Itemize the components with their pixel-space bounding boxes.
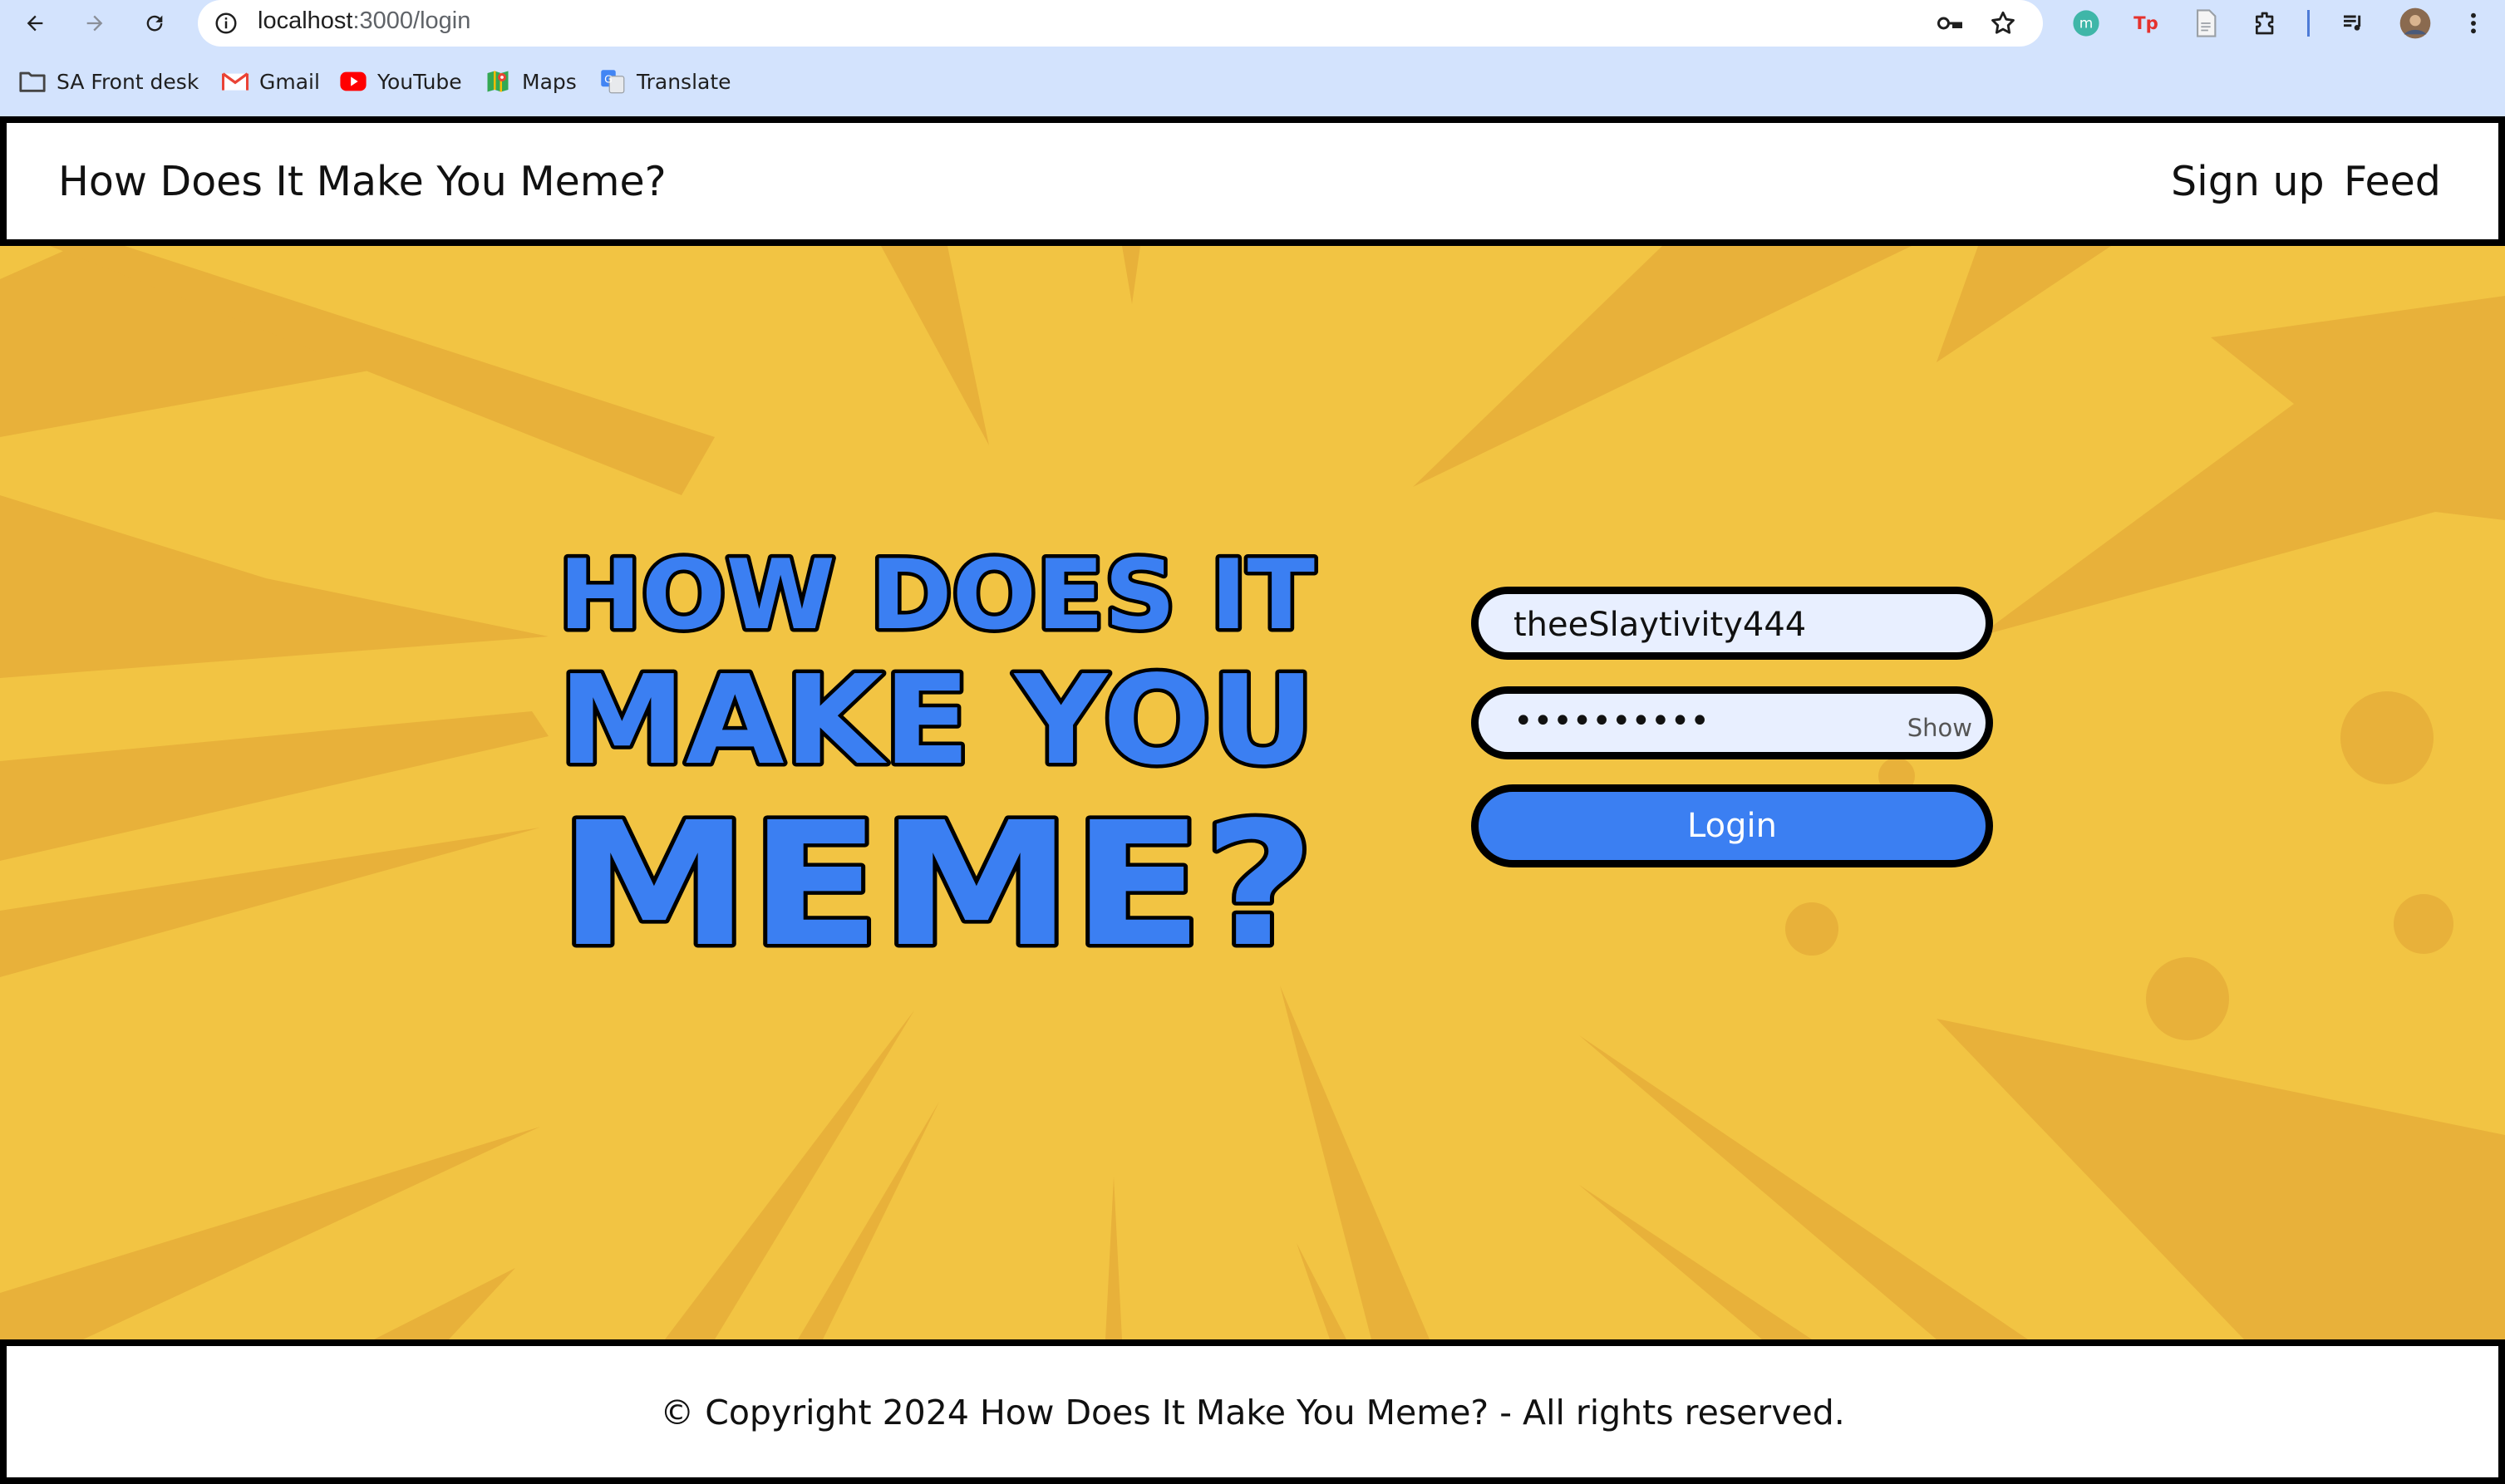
svg-text:m: m xyxy=(2079,16,2094,32)
password-input[interactable]: •••••••••• Show xyxy=(1471,686,1993,759)
nav-link-sign-up[interactable]: Sign up xyxy=(2171,158,2325,205)
arrow-right-icon xyxy=(86,15,103,32)
password-value: •••••••••• xyxy=(1513,702,1710,740)
svg-text:Tp: Tp xyxy=(2133,13,2158,34)
svg-text:G: G xyxy=(604,72,613,85)
app-footer: © Copyright 2024 How Does It Make You Me… xyxy=(0,1339,2505,1484)
brand-title[interactable]: How Does It Make You Meme? xyxy=(58,158,667,205)
reload-icon xyxy=(146,15,163,32)
bookmark-youtube[interactable]: YouTube xyxy=(339,65,462,98)
folder-icon xyxy=(18,67,47,96)
youtube-icon xyxy=(339,67,367,96)
back-button[interactable] xyxy=(17,5,53,42)
url-text: localhost:3000/login xyxy=(258,7,470,35)
bookmark-gmail[interactable]: Gmail xyxy=(221,65,320,98)
bookmark-label: SA Front desk xyxy=(57,69,199,94)
extension-m-icon[interactable]: m xyxy=(2068,5,2104,42)
profile-avatar-icon[interactable] xyxy=(2397,5,2434,42)
toolbar-divider xyxy=(2307,10,2310,37)
login-button[interactable]: Login xyxy=(1471,784,1993,867)
browser-menu-icon[interactable] xyxy=(2455,5,2492,42)
show-password-toggle[interactable]: Show xyxy=(1907,714,1972,742)
media-queue-icon[interactable] xyxy=(2335,5,2372,42)
copyright-text: © Copyright 2024 How Does It Make You Me… xyxy=(660,1393,1845,1432)
gmail-icon xyxy=(221,67,249,96)
logo-line-3: MEME? xyxy=(559,785,1315,977)
url-host: localhost xyxy=(258,7,353,34)
bookmark-label: Maps xyxy=(522,69,577,94)
bookmark-label: Translate xyxy=(637,69,731,94)
extension-tp-icon[interactable]: Tp xyxy=(2128,5,2164,42)
bookmark-label: Gmail xyxy=(259,69,320,94)
extensions-puzzle-icon[interactable] xyxy=(2247,5,2284,42)
browser-toolbar: localhost:3000/login m Tp xyxy=(0,0,2505,47)
extension-doc-icon[interactable] xyxy=(2188,5,2224,42)
login-hero: HOW DOES IT MAKE YOU MEME? theeSlaytivit… xyxy=(0,246,2505,1339)
forward-button[interactable] xyxy=(76,5,113,42)
bookmarks-bar: SA Front desk Gmail YouTube Maps G Trans… xyxy=(0,47,2505,116)
username-input[interactable]: theeSlaytivity444 xyxy=(1471,587,1993,660)
bookmark-translate[interactable]: G Translate xyxy=(598,65,731,98)
bookmark-maps[interactable]: Maps xyxy=(484,65,577,98)
logo-line-1: HOW DOES IT xyxy=(559,539,1315,651)
meme-logo: HOW DOES IT MAKE YOU MEME? xyxy=(555,536,1319,978)
bookmark-label: YouTube xyxy=(377,69,462,94)
nav-link-feed[interactable]: Feed xyxy=(2344,158,2441,205)
bookmark-star-icon[interactable] xyxy=(1986,7,2020,40)
logo-line-2: MAKE YOU xyxy=(559,649,1315,792)
url-path: :3000/login xyxy=(352,7,471,34)
reload-button[interactable] xyxy=(136,5,173,42)
username-value: theeSlaytivity444 xyxy=(1513,606,1807,644)
password-key-icon[interactable] xyxy=(1933,7,1966,40)
translate-icon: G xyxy=(598,67,627,96)
address-bar[interactable]: localhost:3000/login xyxy=(198,0,2043,47)
arrow-left-icon xyxy=(27,15,43,32)
site-info-icon[interactable] xyxy=(211,8,241,38)
maps-icon xyxy=(484,67,512,96)
app-navbar: How Does It Make You Meme? Sign up Feed xyxy=(0,116,2505,246)
bookmark-sa-front-desk[interactable]: SA Front desk xyxy=(18,65,199,98)
